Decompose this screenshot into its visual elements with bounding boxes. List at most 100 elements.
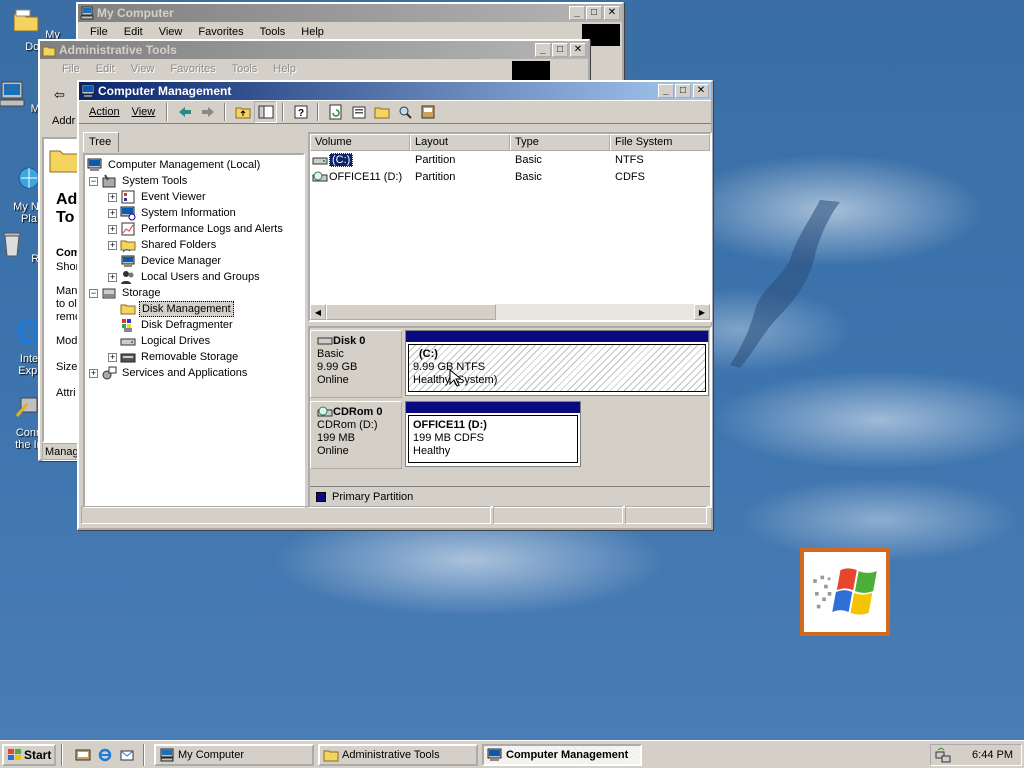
tree-item-performance-logs[interactable]: + Performance Logs and Alerts xyxy=(85,221,303,237)
mmc-toolbar: Action View ? xyxy=(79,100,711,124)
up-one-level-icon[interactable] xyxy=(231,101,254,123)
expand-toggle[interactable]: + xyxy=(108,352,117,362)
taskbar-item-my-computer[interactable]: My Computer xyxy=(154,743,314,766)
taskbar-item-computer-management[interactable]: Computer Management xyxy=(482,743,642,766)
tree-item-local-users-groups[interactable]: + Local Users and Groups xyxy=(85,269,303,285)
open-folder-icon[interactable] xyxy=(370,101,393,123)
show-desktop-icon[interactable] xyxy=(72,744,94,766)
back-button[interactable]: ⇦ xyxy=(54,87,65,103)
menu-view[interactable]: View xyxy=(123,63,163,75)
network-tray-icon[interactable] xyxy=(935,746,951,763)
properties-icon[interactable] xyxy=(347,101,370,123)
tree-item-removable-storage[interactable]: + Removable Storage xyxy=(85,349,303,365)
administrative-tools-titlebar[interactable]: Administrative Tools _ □ ✕ xyxy=(40,41,588,59)
menu-favorites[interactable]: Favorites xyxy=(190,26,251,38)
maximize-button[interactable]: □ xyxy=(675,84,691,98)
tree-item-services-applications[interactable]: + Services and Applications xyxy=(85,365,303,381)
expand-toggle[interactable]: + xyxy=(108,192,117,202)
disk-state: Online xyxy=(317,374,349,386)
action-menu[interactable]: Action xyxy=(83,106,126,118)
column-header-layout[interactable]: Layout xyxy=(410,134,510,151)
minimize-button[interactable]: _ xyxy=(569,6,585,20)
expand-toggle[interactable]: + xyxy=(89,368,98,378)
clock[interactable]: 6:44 PM xyxy=(972,749,1013,761)
computer-icon xyxy=(0,81,25,107)
forward-arrow-icon[interactable] xyxy=(196,101,219,123)
tab-tree[interactable]: Tree xyxy=(83,132,119,152)
expand-toggle[interactable]: + xyxy=(108,272,117,282)
system-information-icon xyxy=(120,206,136,221)
tree-item-label: Computer Management (Local) xyxy=(108,159,261,171)
menu-view[interactable]: View xyxy=(151,26,191,38)
show-hide-tree-icon[interactable] xyxy=(254,101,278,123)
refresh-icon[interactable] xyxy=(324,101,347,123)
expand-toggle[interactable]: + xyxy=(108,224,117,234)
menu-edit[interactable]: Edit xyxy=(116,26,151,38)
tree-item-computer-management[interactable]: Computer Management (Local) xyxy=(85,157,303,173)
column-header-volume[interactable]: Volume xyxy=(310,134,410,151)
volume-list[interactable]: Volume Layout Type File System (C:) Part… xyxy=(308,132,712,322)
menu-edit[interactable]: Edit xyxy=(88,63,123,75)
tree-item-disk-management[interactable]: Disk Management xyxy=(85,301,303,317)
disk-properties-icon[interactable] xyxy=(416,101,439,123)
collapse-toggle[interactable]: − xyxy=(89,288,98,298)
expand-toggle[interactable]: + xyxy=(108,240,117,250)
volume-file-system: NTFS xyxy=(615,153,644,166)
menu-tools[interactable]: Tools xyxy=(224,63,266,75)
start-button[interactable]: Start xyxy=(2,743,56,766)
tree-item-event-viewer[interactable]: + Event Viewer xyxy=(85,189,303,205)
scroll-left-button[interactable]: ◀ xyxy=(310,304,326,320)
expand-toggle[interactable]: + xyxy=(108,208,117,218)
computer-management-icon xyxy=(87,158,102,171)
scroll-thumb[interactable] xyxy=(326,304,496,320)
disk-graphical-view[interactable]: Disk 0 Basic 9.99 GB Online (C:) 9.99 GB… xyxy=(308,326,712,508)
column-header-type[interactable]: Type xyxy=(510,134,610,151)
help-icon[interactable]: ? xyxy=(289,101,312,123)
maximize-button[interactable]: □ xyxy=(586,6,602,20)
my-computer-titlebar[interactable]: My Computer _ □ ✕ xyxy=(78,4,622,22)
volume-type: Basic xyxy=(515,170,542,183)
tree-item-label: System Information xyxy=(141,207,236,219)
view-menu[interactable]: View xyxy=(126,106,162,118)
tree-item-shared-folders[interactable]: + Shared Folders xyxy=(85,237,303,253)
volume-file-system: CDFS xyxy=(615,170,645,183)
taskbar-item-administrative-tools[interactable]: Administrative Tools xyxy=(318,743,478,766)
close-button[interactable]: ✕ xyxy=(570,43,586,57)
computer-management-titlebar[interactable]: Computer Management _ □ ✕ xyxy=(79,82,711,100)
computer-management-window[interactable]: Computer Management _ □ ✕ Action View ? … xyxy=(77,80,713,530)
tree-item-system-information[interactable]: + System Information xyxy=(85,205,303,221)
tree-item-storage[interactable]: − Storage xyxy=(85,285,303,301)
close-button[interactable]: ✕ xyxy=(604,6,620,20)
status-panel xyxy=(625,506,707,524)
tree-item-device-manager[interactable]: Device Manager xyxy=(85,253,303,269)
menu-tools[interactable]: Tools xyxy=(252,26,294,38)
disk-info[interactable]: Disk 0 Basic 9.99 GB Online xyxy=(310,330,402,398)
tree-item-logical-drives[interactable]: Logical Drives xyxy=(85,333,303,349)
minimize-button[interactable]: _ xyxy=(658,84,674,98)
menu-favorites[interactable]: Favorites xyxy=(162,63,223,75)
back-arrow-icon[interactable] xyxy=(173,101,196,123)
menu-help[interactable]: Help xyxy=(265,63,304,75)
explore-icon[interactable] xyxy=(393,101,416,123)
minimize-button[interactable]: _ xyxy=(535,43,551,57)
menu-file[interactable]: File xyxy=(82,26,116,38)
partition-d[interactable]: OFFICE11 (D:) 199 MB CDFS Healthy xyxy=(405,401,581,467)
tree-item-disk-defragmenter[interactable]: Disk Defragmenter xyxy=(85,317,303,333)
column-header-file-system[interactable]: File System xyxy=(610,134,710,151)
menu-help[interactable]: Help xyxy=(293,26,332,38)
volume-row-d[interactable]: OFFICE11 (D:) Partition Basic CDFS xyxy=(310,168,710,185)
console-tree[interactable]: Computer Management (Local) − System Too… xyxy=(83,153,305,508)
volume-row-c[interactable]: (C:) Partition Basic NTFS xyxy=(310,151,710,168)
disk-name: CDRom 0 xyxy=(333,406,383,418)
menu-file[interactable]: File xyxy=(54,63,88,75)
close-button[interactable]: ✕ xyxy=(693,84,709,98)
outlook-express-icon[interactable] xyxy=(116,744,138,766)
scroll-right-button[interactable]: ▶ xyxy=(694,304,710,320)
disk-info[interactable]: CDRom 0 CDRom (D:) 199 MB Online xyxy=(310,401,402,469)
internet-explorer-icon[interactable] xyxy=(94,744,116,766)
maximize-button[interactable]: □ xyxy=(552,43,568,57)
tree-item-system-tools[interactable]: − System Tools xyxy=(85,173,303,189)
services-applications-icon xyxy=(102,366,117,380)
collapse-toggle[interactable]: − xyxy=(89,176,98,186)
horizontal-scrollbar[interactable]: ◀ ▶ xyxy=(310,304,710,320)
